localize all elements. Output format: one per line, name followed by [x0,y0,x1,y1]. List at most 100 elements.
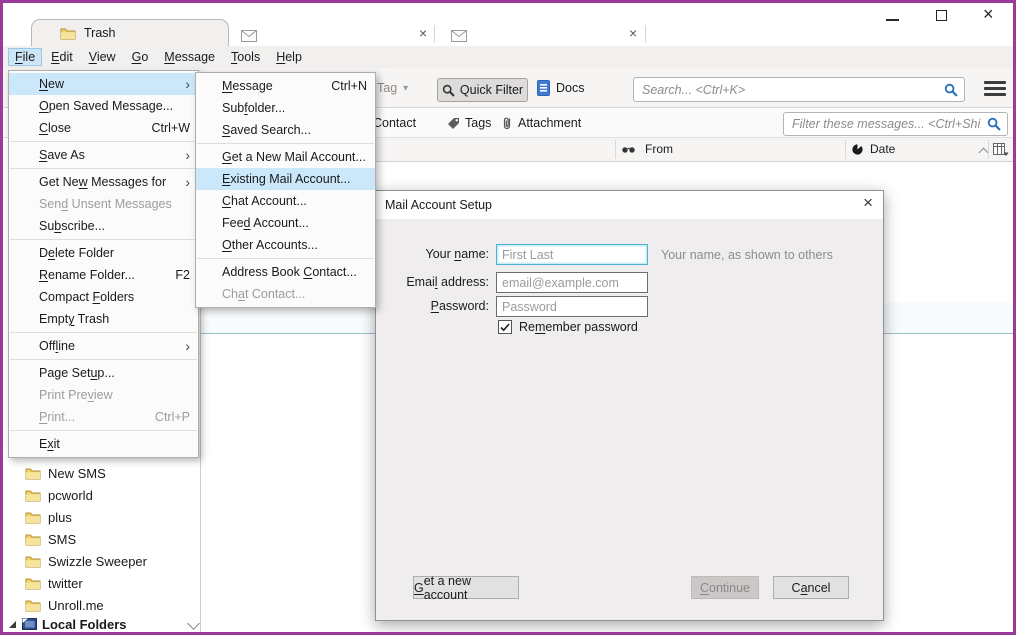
menu-item-offline[interactable]: Offline› [9,335,198,357]
name-field[interactable] [496,244,648,265]
search-input[interactable] [633,77,965,102]
menu-item-delete-folder[interactable]: Delete Folder [9,242,198,264]
menu-item-address-book-contact[interactable]: Address Book Contact... [196,261,375,283]
menu-item-label: Get a New Mail Account... [222,150,366,164]
chevron-down-icon: ▾ [403,83,408,94]
global-search [633,77,965,102]
menu-tools[interactable]: Tools [224,48,267,66]
menu-item-saved-search[interactable]: Saved Search... [196,119,375,141]
folder-row-new-sms[interactable]: New SMS [3,462,193,484]
scrollbar-down-icon[interactable] [187,617,200,630]
menu-item-label: New [39,77,64,91]
folder-label: SMS [48,532,76,547]
menu-file[interactable]: File [8,48,42,66]
password-field[interactable] [496,296,648,317]
name-hint: Your name, as shown to others [661,248,833,262]
menu-item-compact-folders[interactable]: Compact Folders [9,286,198,308]
sidebar-item-local-folders[interactable]: Local Folders [3,614,127,634]
get-new-account-button[interactable]: Get a new account [413,576,519,599]
menu-item-label: Message [222,79,273,93]
menu-item-label: Compact Folders [39,290,134,304]
tag-icon [447,117,460,130]
menu-item-page-setup[interactable]: Page Setup... [9,362,198,384]
glasses-icon [621,146,638,154]
tag-dropdown[interactable]: Tag ▾ [377,81,408,95]
menu-item-new[interactable]: New› [9,73,198,95]
menu-item-get-new-messages-for[interactable]: Get New Messages for› [9,171,198,193]
tab-label: Trash [84,26,116,40]
folder-row-sms[interactable]: SMS [3,528,193,550]
menu-message[interactable]: Message [157,48,222,66]
folder-row-swizzle-sweeper[interactable]: Swizzle Sweeper [3,550,193,572]
folder-row-unroll-me[interactable]: Unroll.me [3,594,193,616]
quick-filter-button[interactable]: Quick Filter [437,78,528,102]
filter-contact-toggle[interactable]: Contact [373,116,416,130]
menu-shortcut: Ctrl+P [137,410,190,424]
minimize-button[interactable] [886,19,899,21]
menu-separator [10,430,197,431]
cancel-button[interactable]: Cancel [773,576,849,599]
search-icon[interactable] [944,83,958,97]
menu-item-print-preview[interactable]: Print Preview [9,384,198,406]
submenu-arrow-icon: › [185,175,190,189]
filter-tags-toggle[interactable]: Tags [447,116,491,130]
menu-view[interactable]: View [82,48,123,66]
menu-item-existing-mail-account[interactable]: Existing Mail Account... [196,168,375,190]
menu-help[interactable]: Help [269,48,309,66]
docs-button[interactable]: Docs [537,80,584,96]
menu-item-exit[interactable]: Exit [9,433,198,455]
search-icon[interactable] [987,117,1001,131]
local-folders-icon [22,618,37,630]
menu-item-chat-contact[interactable]: Chat Contact... [196,283,375,305]
menu-item-rename-folder[interactable]: Rename Folder...F2 [9,264,198,286]
column-picker-icon[interactable] [993,143,1009,157]
expander-icon[interactable] [8,620,17,629]
menu-item-subfolder[interactable]: Subfolder... [196,97,375,119]
menu-item-feed-account[interactable]: Feed Account... [196,212,375,234]
folder-row-twitter[interactable]: twitter [3,572,193,594]
folder-row-pcworld[interactable]: pcworld [3,484,193,506]
menu-item-other-accounts[interactable]: Other Accounts... [196,234,375,256]
tab-close-icon[interactable]: × [419,26,427,40]
tab-mail-2[interactable] [241,25,257,47]
filter-attachment-toggle[interactable]: Attachment [501,116,581,130]
folder-icon [60,27,76,40]
submenu-arrow-icon: › [185,148,190,162]
folder-icon [25,555,41,568]
menu-edit[interactable]: Edit [44,48,80,66]
remember-password-checkbox[interactable]: Remember password [498,320,638,334]
continue-button[interactable]: Continue [691,576,759,599]
menu-item-label: Close [39,121,71,135]
folder-label: twitter [48,576,83,591]
tab-close-icon[interactable]: × [629,26,637,40]
dialog-close-icon[interactable]: × [863,193,873,213]
menubar: FileEditViewGoMessageToolsHelp [3,46,1013,68]
close-button[interactable]: × [983,2,994,27]
folder-row-plus[interactable]: plus [3,506,193,528]
mail-account-setup-dialog: Mail Account Setup × Your name: Your nam… [375,190,884,621]
menu-item-get-a-new-mail-account[interactable]: Get a New Mail Account... [196,146,375,168]
tab-mail-3[interactable] [451,25,467,47]
column-from[interactable]: From [645,142,673,156]
menu-item-send-unsent-messages[interactable]: Send Unsent Messages [9,193,198,215]
menu-go[interactable]: Go [125,48,156,66]
tab-trash[interactable]: Trash [31,19,229,46]
menu-item-print[interactable]: Print...Ctrl+P [9,406,198,428]
menu-item-open-saved-message[interactable]: Open Saved Message... [9,95,198,117]
menu-item-empty-trash[interactable]: Empty Trash [9,308,198,330]
menu-item-subscribe[interactable]: Subscribe... [9,215,198,237]
menu-item-label: Chat Account... [222,194,307,208]
menu-item-save-as[interactable]: Save As› [9,144,198,166]
email-field[interactable] [496,272,648,293]
menu-item-close[interactable]: CloseCtrl+W [9,117,198,139]
column-date[interactable]: Date [870,142,895,156]
maximize-button[interactable] [936,10,947,21]
menu-separator [10,359,197,360]
filter-input[interactable] [783,112,1008,136]
app-menu-icon[interactable] [984,81,1006,96]
menu-item-chat-account[interactable]: Chat Account... [196,190,375,212]
menu-item-message[interactable]: MessageCtrl+N [196,75,375,97]
menu-item-label: Send Unsent Messages [39,197,172,211]
menu-separator [10,332,197,333]
folder-label: pcworld [48,488,93,503]
